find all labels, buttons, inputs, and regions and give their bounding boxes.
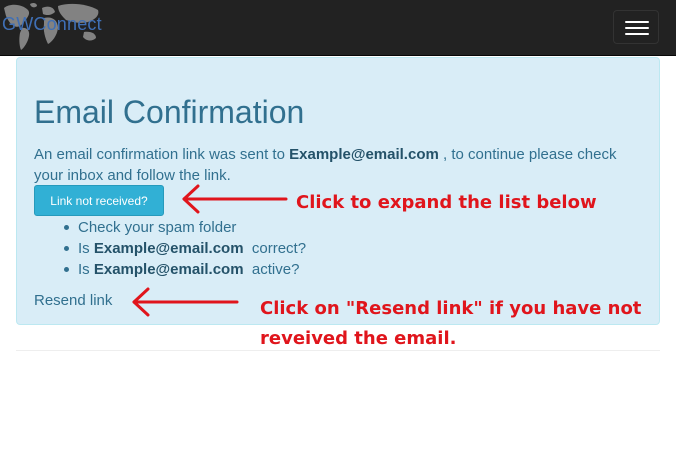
hamburger-menu-icon [625,27,649,29]
resend-link[interactable]: Resend link [34,292,112,309]
navbar: GWConnect [0,0,676,56]
email-address: Example@email.com [93,240,244,257]
link-not-received-button[interactable]: Link not received? [34,185,164,216]
help-list: Check your spam folder Is Example@email.… [34,217,306,280]
tip-spam: Check your spam folder [78,219,237,236]
list-item: Is Example@email.com active? [63,259,306,280]
confirmation-message: An email confirmation link was sent to E… [34,144,644,186]
annotation-expand-list: Click to expand the list below [296,192,597,213]
list-item: Is Example@email.com correct? [63,238,307,259]
hamburger-menu-icon [625,33,649,35]
message-prefix: An email confirmation link was sent to [34,146,290,163]
tip-prefix: Is [78,261,94,278]
annotation-resend-line2: reveived the email. [260,328,457,349]
email-address: Example@email.com [289,146,439,163]
email-address: Example@email.com [93,261,244,278]
annotation-resend: Click on "Resend link" if you have not r… [260,294,641,354]
confirmation-panel: Email Confirmation An email confirmation… [16,57,660,325]
annotation-resend-line1: Click on "Resend link" if you have not [260,298,642,319]
tip-correct: correct? [243,240,307,257]
brand-name[interactable]: GWConnect [2,14,102,35]
tip-prefix: Is [78,240,94,257]
list-item: Check your spam folder [63,217,306,238]
page-title: Email Confirmation [34,94,305,130]
tip-active: active? [243,261,300,278]
hamburger-menu-icon [625,21,649,23]
navbar-toggle-button[interactable] [613,10,659,44]
